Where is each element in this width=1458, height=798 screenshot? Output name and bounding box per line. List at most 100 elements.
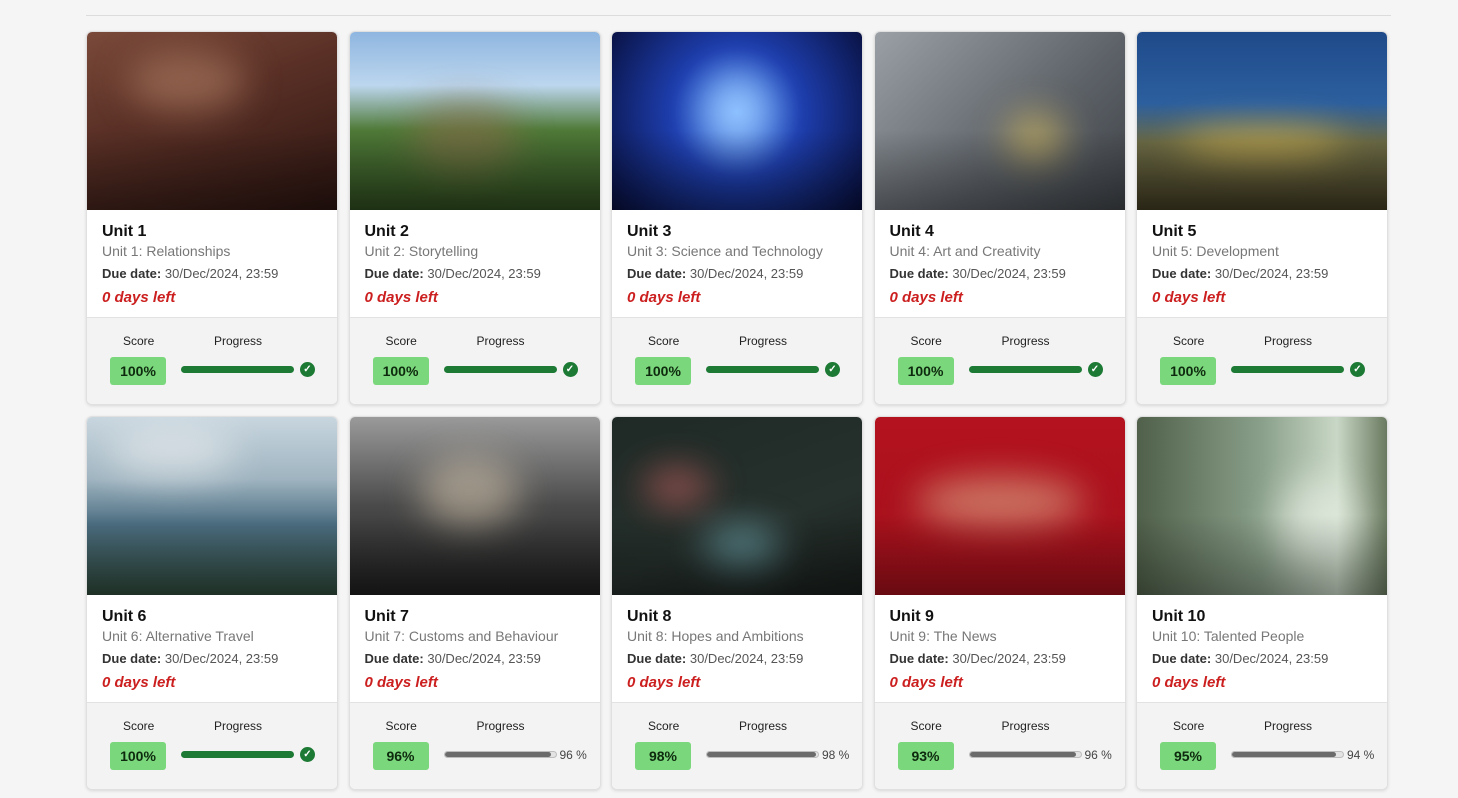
- thumb-shade: [349, 129, 600, 210]
- unit-thumbnail[interactable]: [1137, 32, 1387, 210]
- unit-title[interactable]: Unit 4: [890, 222, 1110, 241]
- unit-card[interactable]: Unit 9 Unit 9: The News Due date: 30/Dec…: [873, 416, 1126, 790]
- score-badge: 100%: [372, 357, 429, 385]
- progress-bar: [181, 366, 294, 373]
- score-badge: 95%: [1160, 742, 1216, 770]
- due-date: Due date: 30/Dec/2024, 23:59: [627, 651, 847, 666]
- score-badge: 93%: [897, 742, 954, 770]
- unit-thumbnail[interactable]: [874, 417, 1125, 595]
- due-date-label: Due date:: [364, 651, 424, 666]
- unit-thumbnail[interactable]: [1137, 417, 1387, 595]
- score-label: Score: [123, 719, 155, 733]
- due-date: Due date: 30/Dec/2024, 23:59: [102, 651, 322, 666]
- progress-bar: [968, 751, 1082, 758]
- progress-bar-fill: [182, 752, 293, 757]
- unit-thumbnail[interactable]: [874, 32, 1125, 210]
- unit-subtitle: Unit 9: The News: [889, 628, 997, 644]
- unit-title[interactable]: Unit 6: [102, 607, 322, 626]
- progress-bar: [706, 366, 819, 373]
- unit-card[interactable]: Unit 1 Unit 1: Relationships Due date: 3…: [86, 31, 338, 405]
- unit-title[interactable]: Unit 5: [1152, 222, 1372, 241]
- unit-thumbnail[interactable]: [612, 417, 862, 595]
- unit-info: Unit 9 Unit 9: The News Due date: 30/Dec…: [875, 595, 1125, 704]
- due-date-label: Due date:: [627, 651, 687, 666]
- days-left: 0 days left: [1152, 674, 1226, 691]
- unit-card[interactable]: Unit 4 Unit 4: Art and Creativity Due da…: [873, 31, 1126, 405]
- unit-subtitle: Unit 1: Relationships: [102, 243, 231, 259]
- unit-card[interactable]: Unit 7 Unit 7: Customs and Behaviour Due…: [348, 416, 601, 790]
- check-circle-icon: ✓: [300, 747, 315, 762]
- score-badge: 100%: [897, 357, 954, 385]
- due-date-value: 30/Dec/2024, 23:59: [689, 266, 804, 281]
- days-left: 0 days left: [889, 289, 963, 306]
- unit-info: Unit 5 Unit 5: Development Due date: 30/…: [1137, 210, 1387, 319]
- unit-card[interactable]: Unit 5 Unit 5: Development Due date: 30/…: [1136, 31, 1388, 405]
- unit-stats: Score Progress 100% ✓: [1137, 317, 1387, 404]
- unit-thumbnail[interactable]: [349, 417, 600, 595]
- progress-label: Progress: [739, 719, 788, 733]
- unit-thumbnail[interactable]: [87, 417, 337, 595]
- unit-subtitle: Unit 8: Hopes and Ambitions: [627, 628, 804, 644]
- unit-thumbnail[interactable]: [349, 32, 600, 210]
- thumb-glow: [127, 52, 247, 112]
- thumb-shade: [349, 514, 600, 595]
- score-label: Score: [1173, 719, 1205, 733]
- progress-bar: [181, 751, 294, 758]
- unit-stats: Score Progress 100% ✓: [612, 317, 862, 404]
- progress-bar-fill: [707, 367, 818, 372]
- progress-percent: 98 %: [822, 748, 850, 762]
- unit-title[interactable]: Unit 1: [102, 222, 322, 241]
- thumb-shade: [1137, 514, 1387, 595]
- progress-bar-fill: [444, 752, 552, 757]
- unit-card[interactable]: Unit 6 Unit 6: Alternative Travel Due da…: [86, 416, 338, 790]
- unit-thumbnail[interactable]: [612, 32, 862, 210]
- check-circle-icon: ✓: [825, 362, 840, 377]
- thumb-shade: [874, 129, 1125, 210]
- progress-label: Progress: [214, 719, 263, 733]
- due-date-label: Due date:: [102, 266, 162, 281]
- unit-card[interactable]: Unit 10 Unit 10: Talented People Due dat…: [1136, 416, 1388, 790]
- score-badge: 100%: [110, 742, 166, 770]
- unit-card[interactable]: Unit 8 Unit 8: Hopes and Ambitions Due d…: [611, 416, 863, 790]
- progress-bar-fill: [1232, 752, 1337, 757]
- unit-title[interactable]: Unit 10: [1152, 607, 1372, 626]
- days-left: 0 days left: [364, 289, 438, 306]
- due-date-label: Due date:: [627, 266, 687, 281]
- unit-thumbnail[interactable]: [87, 32, 337, 210]
- due-date: Due date: 30/Dec/2024, 23:59: [1152, 651, 1372, 666]
- unit-subtitle: Unit 5: Development: [1152, 243, 1279, 259]
- unit-title[interactable]: Unit 2: [365, 222, 585, 241]
- progress-bar: [443, 366, 557, 373]
- unit-title[interactable]: Unit 3: [627, 222, 847, 241]
- unit-subtitle: Unit 2: Storytelling: [364, 243, 479, 259]
- due-date-value: 30/Dec/2024, 23:59: [952, 651, 1066, 666]
- unit-card[interactable]: Unit 3 Unit 3: Science and Technology Du…: [611, 31, 863, 405]
- unit-stats: Score Progress 96% 96 %: [349, 702, 600, 789]
- unit-card[interactable]: Unit 2 Unit 2: Storytelling Due date: 30…: [348, 31, 601, 405]
- days-left: 0 days left: [889, 674, 963, 691]
- progress-bar: [443, 751, 557, 758]
- unit-title[interactable]: Unit 9: [890, 607, 1110, 626]
- score-label: Score: [385, 334, 417, 348]
- score-badge: 96%: [372, 742, 429, 770]
- unit-stats: Score Progress 100% ✓: [87, 702, 337, 789]
- thumb-shade: [612, 129, 862, 210]
- unit-info: Unit 7 Unit 7: Customs and Behaviour Due…: [350, 595, 600, 704]
- due-date: Due date: 30/Dec/2024, 23:59: [365, 266, 585, 281]
- due-date-label: Due date:: [364, 266, 424, 281]
- score-label: Score: [910, 334, 942, 348]
- unit-title[interactable]: Unit 7: [365, 607, 585, 626]
- due-date-value: 30/Dec/2024, 23:59: [1214, 651, 1329, 666]
- due-date-value: 30/Dec/2024, 23:59: [164, 651, 279, 666]
- unit-subtitle: Unit 4: Art and Creativity: [889, 243, 1041, 259]
- due-date: Due date: 30/Dec/2024, 23:59: [1152, 266, 1372, 281]
- due-date-value: 30/Dec/2024, 23:59: [1214, 266, 1329, 281]
- due-date-value: 30/Dec/2024, 23:59: [952, 266, 1066, 281]
- progress-label: Progress: [214, 334, 263, 348]
- due-date-value: 30/Dec/2024, 23:59: [427, 651, 541, 666]
- unit-subtitle: Unit 10: Talented People: [1152, 628, 1305, 644]
- due-date: Due date: 30/Dec/2024, 23:59: [890, 266, 1110, 281]
- due-date: Due date: 30/Dec/2024, 23:59: [365, 651, 585, 666]
- progress-bar: [968, 366, 1082, 373]
- unit-title[interactable]: Unit 8: [627, 607, 847, 626]
